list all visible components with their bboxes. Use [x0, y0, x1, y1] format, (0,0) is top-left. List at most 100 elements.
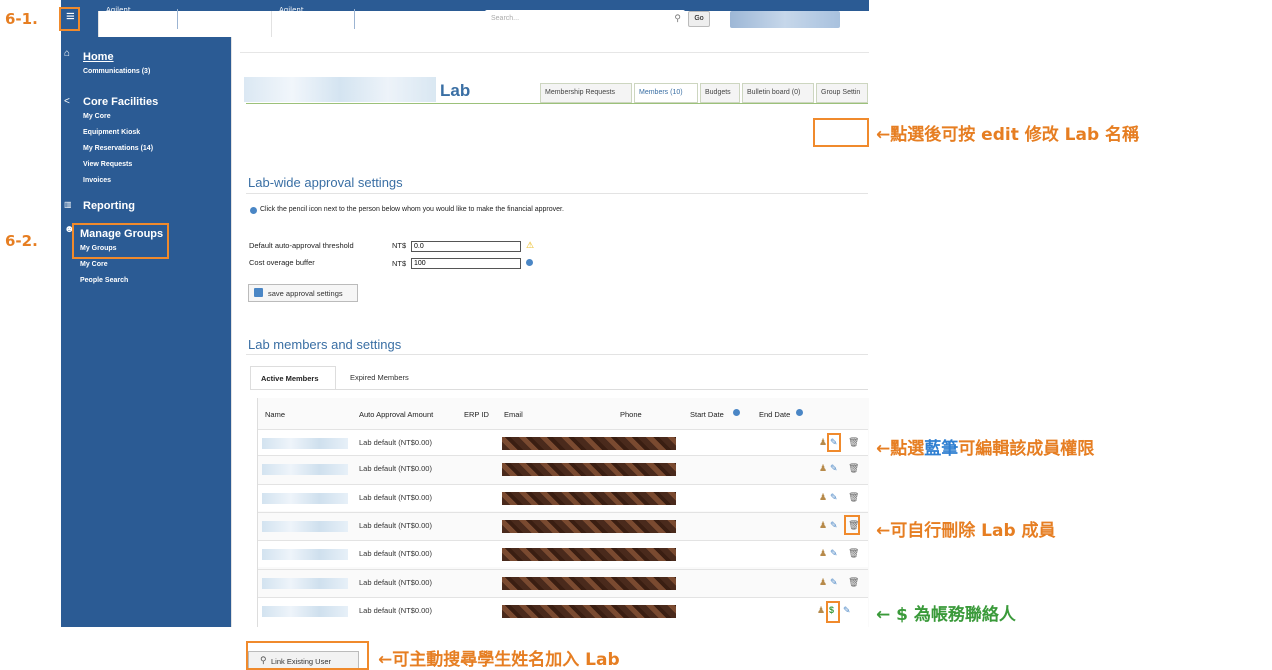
sidebar-home[interactable]: Home — [83, 51, 114, 63]
highlight-link-user — [246, 641, 369, 670]
step-label-1: 6-1. — [5, 10, 38, 28]
members-section-title: Lab members and settings — [248, 337, 402, 352]
sidebar-item-view-requests[interactable]: View Requests — [83, 161, 132, 168]
menu-icon-main[interactable]: ≡ — [239, 8, 248, 25]
table-row: Lab default (NT$0.00) ♟ $ ✎ — [258, 597, 868, 628]
trash-icon[interactable]: 🗑 — [848, 548, 859, 559]
user-icon[interactable]: ♟ — [817, 605, 825, 616]
sidebar-item-my-reservations[interactable]: My Reservations (14) — [83, 145, 153, 152]
table-row: Lab default (NT$0.00) ♟ ✎ 🗑 — [258, 429, 868, 456]
search-input[interactable]: Search... ⚲ — [485, 10, 685, 28]
col-erp-id: ERP ID — [464, 410, 489, 419]
col-auto-approval: Auto Approval Amount — [359, 410, 434, 419]
go-button[interactable]: Go — [688, 11, 710, 27]
edit-pencil-icon[interactable]: ✎ — [830, 520, 838, 531]
user-icon[interactable]: ♟ — [819, 492, 827, 503]
table-row: Lab default (NT$0.00) ♟ ✎ 🗑 — [258, 540, 868, 567]
sidebar-reporting[interactable]: Reporting — [83, 200, 135, 212]
trash-icon[interactable]: 🗑 — [848, 577, 859, 588]
step-label-2: 6-2. — [5, 232, 38, 250]
info-icon — [250, 207, 257, 214]
edit-pencil-icon[interactable]: ✎ — [830, 492, 838, 503]
sidebar-item-my-core-2[interactable]: My Core — [80, 261, 108, 268]
group-settings-note: ←點選後可按 edit 修改 Lab 名稱 — [876, 125, 1140, 145]
sidebar-core-facilities[interactable]: Core Facilities — [83, 96, 158, 108]
table-row: Lab default (NT$0.00) ♟ ✎ 🗑 — [258, 512, 868, 539]
lab-name-blurred — [244, 77, 436, 102]
member-email-redacted — [502, 437, 676, 450]
header-divider — [177, 9, 178, 29]
user-icon[interactable]: ♟ — [819, 437, 827, 448]
col-name: Name — [265, 410, 286, 419]
tab-members[interactable]: Members (10) — [634, 83, 698, 103]
main-top-rule — [240, 52, 869, 53]
search-icon[interactable]: ⚲ — [674, 13, 681, 24]
save-approval-button[interactable]: save approval settings — [248, 284, 358, 302]
help-icon — [526, 259, 533, 266]
tab-budgets[interactable]: Budgets — [700, 83, 740, 103]
delete-member-note: ←可自行刪除 Lab 成員 — [876, 521, 1056, 541]
member-email-redacted — [502, 463, 676, 476]
sidebar-item-my-core[interactable]: My Core — [83, 113, 111, 120]
approval-title-rule — [246, 193, 868, 194]
home-icon: ⌂ — [64, 48, 71, 59]
start-date-help-icon — [733, 409, 740, 416]
tab-baseline — [246, 103, 868, 104]
highlight-group-settings — [813, 118, 869, 147]
buffer-label: Cost overage buffer — [249, 258, 315, 267]
buffer-currency: NT$ — [392, 259, 407, 268]
trash-icon[interactable]: 🗑 — [848, 463, 859, 474]
app-name-truncated: iLab Ope — [194, 15, 227, 24]
help-link[interactable]: Hel — [855, 15, 866, 22]
trash-icon[interactable]: 🗑 — [848, 492, 859, 503]
sidebar-item-invoices[interactable]: Invoices — [83, 177, 111, 184]
billing-contact-note: ← $ 為帳務聯絡人 — [876, 605, 1016, 625]
user-icon[interactable]: ♟ — [819, 520, 827, 531]
highlight-trash — [844, 515, 860, 535]
chart-icon: ▥ — [64, 200, 72, 209]
end-date-help-icon — [796, 409, 803, 416]
buffer-input[interactable]: 100 — [411, 258, 521, 269]
user-icon[interactable]: ♟ — [819, 548, 827, 559]
member-name-blurred — [262, 606, 348, 617]
tab-group-settings[interactable]: Group Settin — [816, 83, 868, 103]
user-icon[interactable]: ♟ — [819, 577, 827, 588]
tab-active-members[interactable]: Active Members — [250, 366, 336, 390]
header-divider — [354, 9, 355, 29]
member-email-redacted — [502, 492, 676, 505]
edit-pencil-icon[interactable]: ✎ — [843, 605, 851, 616]
tab-bulletin-board[interactable]: Bulletin board (0) — [742, 83, 814, 103]
sidebar-communications[interactable]: Communications (3) — [83, 68, 150, 75]
app-name: iLab Operations Software — [374, 15, 465, 24]
edit-pencil-icon[interactable]: ✎ — [830, 577, 838, 588]
member-email-redacted — [502, 577, 676, 590]
threshold-currency: NT$ — [392, 241, 407, 250]
lab-title: Lab — [440, 81, 471, 100]
threshold-input[interactable]: 0.0 — [411, 241, 521, 252]
highlight-billing — [826, 601, 840, 623]
edit-pencil-icon[interactable]: ✎ — [830, 548, 838, 559]
edit-pencil-icon[interactable]: ✎ — [830, 463, 838, 474]
tab-expired-members[interactable]: Expired Members — [350, 373, 409, 382]
member-name-blurred — [262, 549, 348, 560]
user-icon[interactable]: ♟ — [819, 463, 827, 474]
col-phone: Phone — [620, 410, 642, 419]
tab-membership-requests[interactable]: Membership Requests — [540, 83, 632, 103]
member-name-blurred — [262, 438, 348, 449]
member-email-redacted — [502, 520, 676, 533]
col-end-date: End Date — [759, 410, 791, 419]
highlight-menu — [59, 7, 80, 31]
highlight-manage-groups — [72, 223, 169, 259]
sidebar-item-equipment-kiosk[interactable]: Equipment Kiosk — [83, 129, 140, 136]
link-user-note: ←可主動搜尋學生姓名加入 Lab — [378, 650, 620, 670]
trash-icon[interactable]: 🗑 — [848, 437, 859, 448]
member-name-blurred — [262, 578, 348, 589]
table-row: Lab default (NT$0.00) ♟ ✎ 🗑 — [258, 455, 868, 482]
logo-main: Agilent CrossLab — [271, 0, 910, 601]
col-start-date: Start Date — [690, 410, 724, 419]
tabs-underline — [250, 389, 868, 390]
sidebar-item-people-search[interactable]: People Search — [80, 277, 128, 284]
table-row: Lab default (NT$0.00) ♟ ✎ 🗑 — [258, 484, 868, 511]
member-name-blurred — [262, 464, 348, 475]
approval-section-title: Lab-wide approval settings — [248, 175, 403, 190]
